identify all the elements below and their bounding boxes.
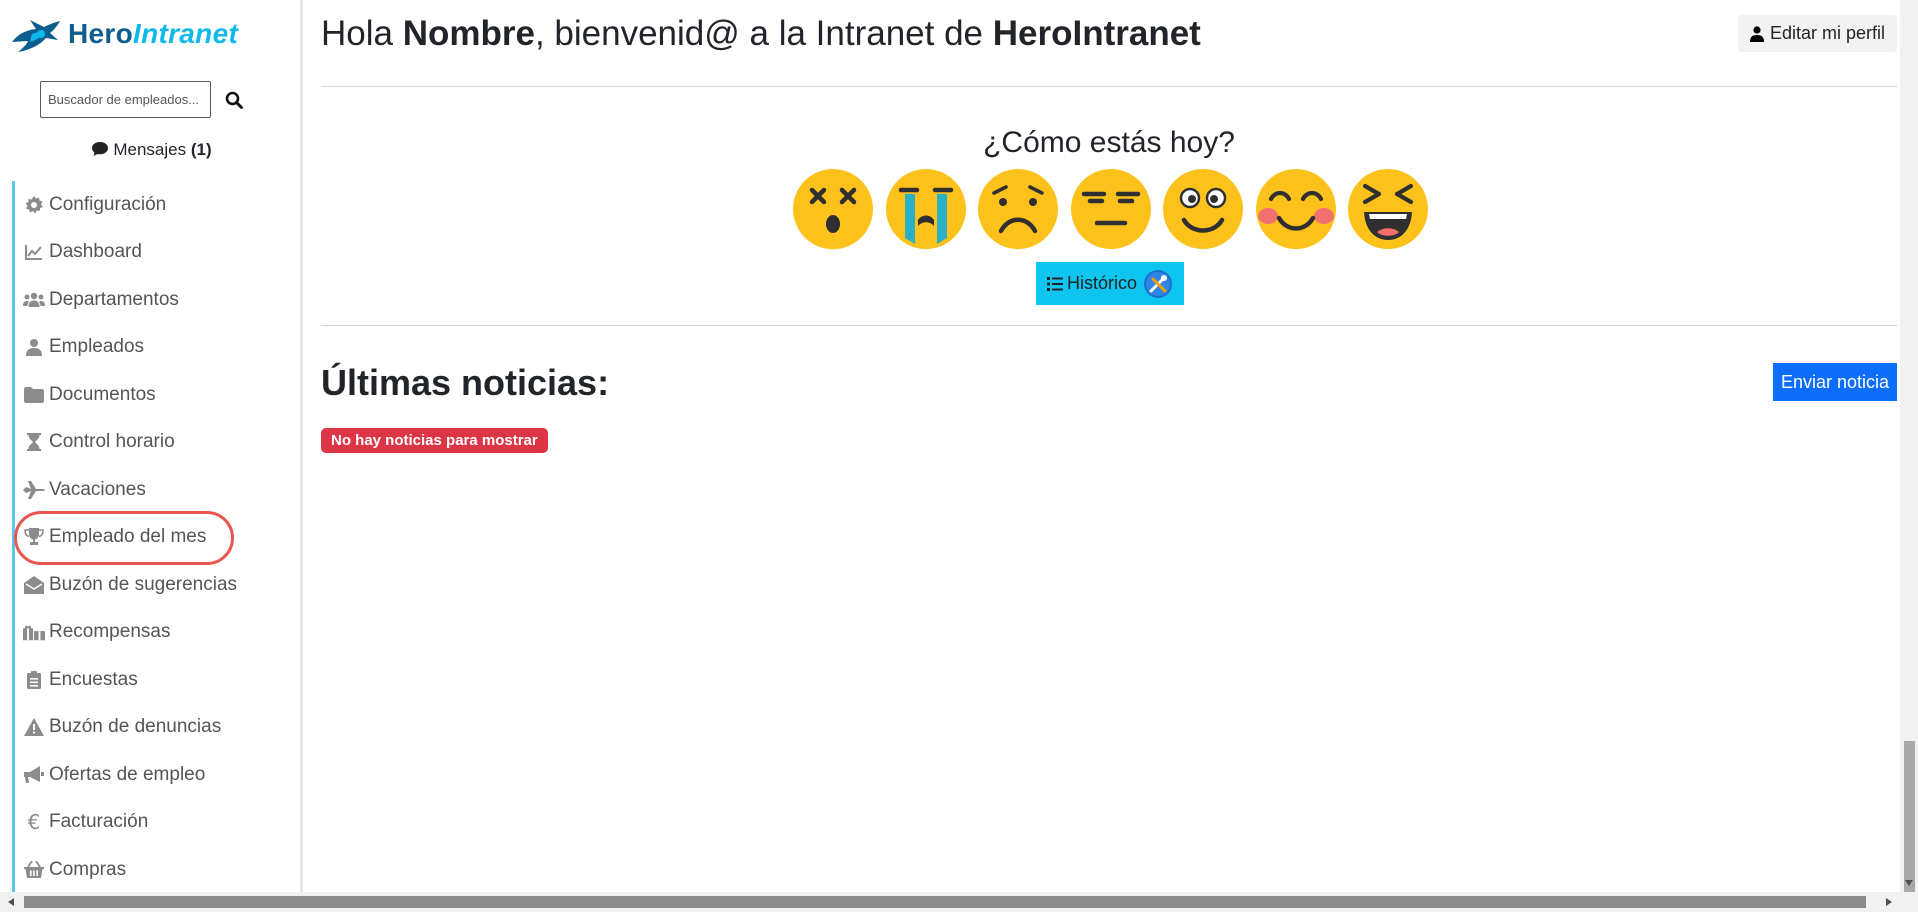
clipboard-list-icon bbox=[23, 670, 45, 690]
sidebar-item-ofertas-empleo[interactable]: Ofertas de empleo bbox=[12, 751, 292, 799]
sidebar: HeroIntranet Mensajes (1) Configuración … bbox=[0, 0, 303, 892]
messages-link[interactable]: Mensajes (1) bbox=[0, 140, 300, 160]
sidebar-item-empleados[interactable]: Empleados bbox=[12, 323, 292, 371]
greeting-middle: , bienvenid@ a la Intranet de bbox=[534, 14, 993, 53]
sidebar-item-label: Recompensas bbox=[49, 621, 171, 643]
send-news-button[interactable]: Enviar noticia bbox=[1773, 363, 1897, 401]
sidebar-item-label: Configuración bbox=[49, 193, 167, 215]
horizontal-scrollbar-thumb[interactable] bbox=[24, 896, 1866, 908]
list-icon bbox=[1046, 276, 1063, 291]
megaphone-icon bbox=[23, 765, 45, 785]
main-content: Hola Nombre, bienvenid@ a la Intranet de… bbox=[321, 0, 1897, 892]
mood-divider bbox=[321, 325, 1897, 326]
user-name: Nombre bbox=[402, 14, 535, 53]
sidebar-item-label: Empleados bbox=[49, 336, 145, 358]
mood-question: ¿Cómo estás hoy? bbox=[983, 126, 1235, 159]
euro-icon: € bbox=[27, 810, 41, 835]
edit-profile-label: Editar mi perfil bbox=[1769, 23, 1885, 43]
sidebar-item-recompensas[interactable]: Recompensas bbox=[12, 608, 292, 656]
sidebar-item-buzon-sugerencias[interactable]: Buzón de sugerencias bbox=[12, 561, 292, 609]
smiling-face-icon[interactable] bbox=[1162, 168, 1244, 250]
sidebar-item-encuestas[interactable]: Encuestas bbox=[12, 656, 292, 704]
no-news-badge: No hay noticias para mostrar bbox=[321, 428, 548, 453]
sidebar-item-dashboard[interactable]: Dashboard bbox=[12, 228, 292, 276]
sidebar-item-facturacion[interactable]: € Facturación bbox=[12, 798, 292, 846]
employee-search bbox=[40, 81, 245, 118]
scroll-down-arrow-icon[interactable] bbox=[1900, 874, 1918, 892]
sidebar-item-label: Ofertas de empleo bbox=[49, 763, 206, 785]
sidebar-item-label: Control horario bbox=[49, 431, 175, 453]
gear-icon bbox=[23, 195, 45, 215]
sidebar-item-departamentos[interactable]: Departamentos bbox=[12, 276, 292, 324]
sidebar-item-label: Facturación bbox=[49, 811, 149, 833]
scroll-right-arrow-icon[interactable] bbox=[1880, 893, 1898, 911]
app-logo[interactable]: HeroIntranet bbox=[8, 12, 238, 56]
sidebar-menu: Configuración Dashboard Departamentos Em… bbox=[12, 181, 292, 892]
app-logo-text: HeroIntranet bbox=[68, 18, 238, 50]
user-icon bbox=[23, 337, 45, 357]
sidebar-item-documentos[interactable]: Documentos bbox=[12, 371, 292, 419]
sidebar-item-vacaciones[interactable]: Vacaciones bbox=[12, 466, 292, 514]
page-title: Hola Nombre, bienvenid@ a la Intranet de… bbox=[321, 14, 1201, 54]
basket-icon bbox=[23, 860, 45, 880]
logo-text-intranet: Intranet bbox=[133, 18, 239, 49]
history-button[interactable]: Histórico bbox=[1036, 262, 1184, 305]
chart-line-icon bbox=[23, 242, 45, 262]
trophy-icon bbox=[23, 527, 45, 547]
sidebar-item-label: Encuestas bbox=[49, 668, 138, 690]
company-name: HeroIntranet bbox=[992, 14, 1201, 53]
sidebar-item-control-horario[interactable]: Control horario bbox=[12, 418, 292, 466]
horizontal-scrollbar[interactable] bbox=[0, 892, 1918, 912]
header-divider bbox=[321, 86, 1897, 87]
messages-label: Mensajes bbox=[113, 140, 187, 159]
sidebar-item-label: Buzón de sugerencias bbox=[49, 573, 238, 595]
edit-profile-button[interactable]: Editar mi perfil bbox=[1737, 15, 1897, 52]
vertical-scrollbar[interactable] bbox=[1900, 0, 1918, 892]
sidebar-item-label: Departamentos bbox=[49, 288, 179, 310]
users-icon bbox=[23, 290, 45, 310]
crying-face-icon[interactable] bbox=[885, 168, 967, 250]
mood-emoji-row bbox=[792, 168, 1440, 250]
history-button-label: Histórico bbox=[1066, 273, 1137, 293]
sidebar-item-buzon-denuncias[interactable]: Buzón de denuncias bbox=[12, 703, 292, 751]
sidebar-item-configuracion[interactable]: Configuración bbox=[12, 181, 292, 229]
vertical-scrollbar-thumb[interactable] bbox=[1904, 741, 1915, 892]
laughing-face-icon[interactable] bbox=[1347, 168, 1429, 250]
sidebar-item-compras[interactable]: Compras bbox=[12, 846, 292, 892]
sidebar-item-label: Compras bbox=[49, 858, 127, 880]
messages-count: (1) bbox=[190, 140, 212, 159]
sidebar-item-label: Vacaciones bbox=[49, 478, 146, 500]
hero-logo-icon bbox=[12, 20, 60, 52]
tools-badge-icon bbox=[1144, 269, 1172, 298]
scroll-left-arrow-icon[interactable] bbox=[2, 893, 20, 911]
warning-icon bbox=[23, 717, 45, 737]
user-icon bbox=[1749, 25, 1764, 42]
sidebar-item-label: Buzón de denuncias bbox=[49, 716, 222, 738]
employee-search-input[interactable] bbox=[40, 81, 211, 118]
plane-icon bbox=[23, 480, 45, 500]
dizzy-face-icon[interactable] bbox=[792, 168, 874, 250]
envelope-open-icon bbox=[23, 575, 45, 595]
comment-icon bbox=[92, 142, 109, 156]
sidebar-item-label: Documentos bbox=[49, 383, 156, 405]
greeting-prefix: Hola bbox=[321, 14, 403, 53]
gifts-icon bbox=[23, 622, 45, 642]
logo-text-hero: Hero bbox=[68, 18, 133, 49]
sidebar-item-empleado-del-mes[interactable]: Empleado del mes bbox=[12, 513, 292, 561]
sidebar-item-label: Empleado del mes bbox=[49, 526, 207, 548]
neutral-face-icon[interactable] bbox=[1070, 168, 1152, 250]
news-section-title: Últimas noticias: bbox=[321, 362, 610, 403]
search-icon[interactable] bbox=[223, 89, 245, 111]
sidebar-item-label: Dashboard bbox=[49, 241, 142, 263]
hourglass-icon bbox=[23, 432, 45, 452]
folder-icon bbox=[23, 385, 45, 405]
blushing-face-icon[interactable] bbox=[1255, 168, 1337, 250]
sad-face-icon[interactable] bbox=[977, 168, 1059, 250]
